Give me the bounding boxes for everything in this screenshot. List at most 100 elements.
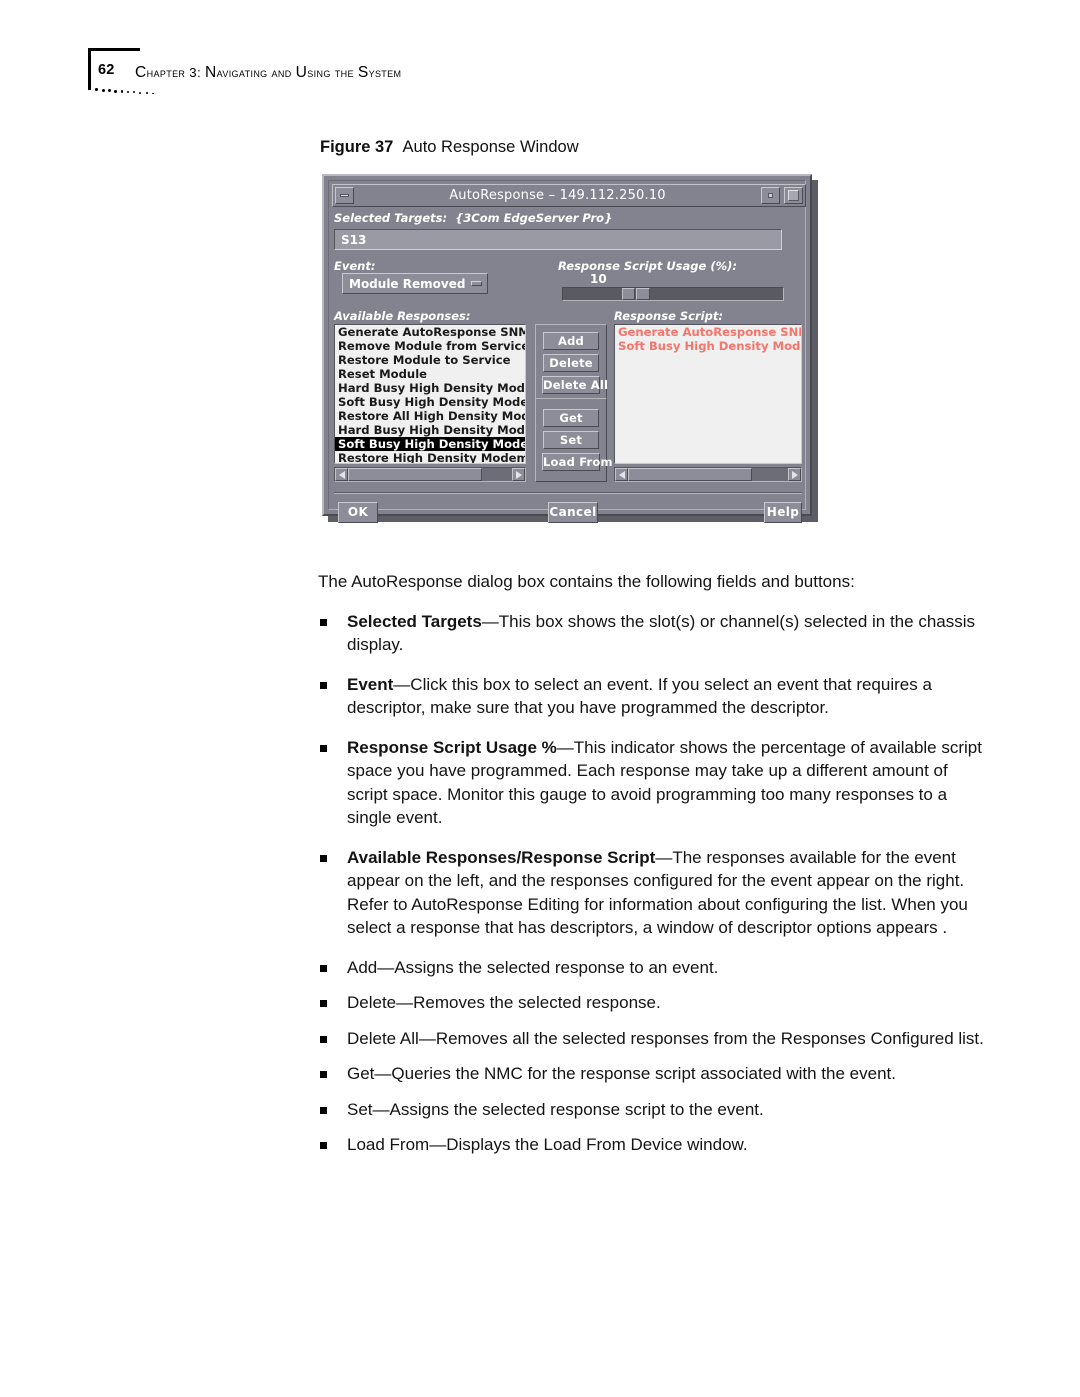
response-script-usage-label: Response Script Usage (%): — [558, 259, 737, 273]
event-option-menu[interactable]: Module Removed — [342, 273, 489, 294]
gauge-segment — [768, 288, 783, 300]
restore-icon — [768, 193, 773, 198]
response-script-label: Response Script: — [614, 309, 723, 323]
list-item: Response Script Usage %—This indicator s… — [318, 736, 990, 830]
bullet-square-icon — [320, 1106, 327, 1114]
gauge-segment — [563, 288, 577, 300]
gauge-segment — [577, 288, 592, 300]
list-item[interactable]: Generate AutoResponse SNMP T — [335, 325, 525, 339]
bullet-square-icon — [320, 964, 327, 972]
dialog-title: AutoResponse – 149.112.250.10 — [449, 188, 666, 203]
list-item: Available Responses/Response Script—The … — [318, 846, 990, 940]
list-item[interactable]: Restore Module to Service — [335, 353, 525, 367]
delete-all-button[interactable]: Delete All — [542, 376, 608, 394]
list-item: Add—Assigns the selected response to an … — [318, 956, 990, 980]
figure-caption: Figure 37 Auto Response Window — [320, 138, 579, 157]
bullet-square-icon — [320, 681, 327, 689]
gauge-segment — [695, 288, 709, 300]
autoresponse-dialog: AutoResponse – 149.112.250.10 Selected T… — [322, 174, 812, 523]
bullet-text: Delete All—Removes all the selected resp… — [347, 1028, 984, 1048]
page-number: 62 — [98, 62, 115, 78]
scrollbar-thumb[interactable] — [348, 468, 482, 481]
list-item[interactable]: Hard Busy High Density Modem — [335, 423, 525, 437]
figure-label: Figure 37 — [320, 138, 394, 156]
maximize-icon — [788, 190, 799, 201]
add-button[interactable]: Add — [543, 332, 599, 350]
header-rule-horizontal — [88, 48, 140, 51]
restore-button[interactable] — [761, 187, 780, 204]
list-item: Delete—Removes the selected response. — [318, 991, 990, 1015]
bullet-text: Add—Assigns the selected response to an … — [347, 957, 719, 977]
cancel-button[interactable]: Cancel — [548, 502, 598, 523]
bullet-square-icon — [320, 854, 327, 862]
help-button[interactable]: Help — [764, 502, 802, 523]
bullet-term: Response Script Usage % — [347, 737, 557, 757]
list-item[interactable]: Soft Busy High Density Modem — [615, 339, 801, 353]
response-script-hscrollbar[interactable] — [614, 467, 802, 482]
titlebar-window-controls — [759, 187, 805, 204]
set-button[interactable]: Set — [543, 431, 599, 449]
bullet-text: Load From—Displays the Load From Device … — [347, 1135, 748, 1154]
delete-button[interactable]: Delete — [543, 354, 599, 372]
bullet-square-icon — [320, 1142, 327, 1149]
list-item: Set—Assigns the selected response script… — [318, 1098, 990, 1122]
scrollbar-trough[interactable] — [752, 468, 788, 481]
list-item[interactable]: Restore High Density Modems i — [335, 451, 525, 463]
available-responses-list[interactable]: Generate AutoResponse SNMP TRemove Modul… — [334, 324, 526, 464]
header-rule-vertical — [88, 48, 91, 90]
selected-targets-label: Selected Targets: — [334, 211, 448, 225]
bullet-text: Delete—Removes the selected response. — [347, 993, 661, 1012]
list-item[interactable]: Hard Busy High Density Modem — [335, 381, 525, 395]
dialog-separator — [334, 492, 802, 494]
list-edit-button-group: Add Delete Delete All — [535, 324, 608, 402]
ok-button[interactable]: OK — [338, 502, 378, 523]
autoresponse-dialog-figure: AutoResponse – 149.112.250.10 Selected T… — [322, 174, 818, 523]
dialog-titlebar[interactable]: AutoResponse – 149.112.250.10 — [332, 184, 806, 207]
option-menu-indicator-icon — [471, 281, 483, 286]
window-menu-button[interactable] — [335, 187, 354, 204]
minimize-icon — [340, 194, 349, 197]
response-script-list[interactable]: Generate AutoResponse SNMP TSoft Busy Hi… — [614, 324, 802, 464]
bullet-term: Event — [347, 674, 394, 694]
selected-targets-field[interactable]: S13 — [334, 229, 782, 250]
figure-caption-text: Auto Response Window — [402, 138, 579, 156]
gauge-segment — [739, 288, 753, 300]
gauge-segment — [636, 288, 651, 300]
list-item[interactable]: Reset Module — [335, 367, 525, 381]
maximize-button[interactable] — [784, 187, 803, 204]
bullet-square-icon — [320, 744, 327, 752]
selected-targets-field-value: S13 — [341, 232, 367, 247]
list-item[interactable]: Soft Busy High Density Modem — [335, 437, 525, 451]
bullet-term: Selected Targets — [347, 611, 482, 631]
field-description-list: Selected Targets—This box shows the slot… — [318, 610, 990, 1157]
dialog-body: Selected Targets: {3Com EdgeServer Pro} … — [332, 209, 806, 523]
gauge-segment — [724, 288, 739, 300]
get-button[interactable]: Get — [543, 409, 599, 427]
chapter-title: Chapter 3: Navigating and Using the Syst… — [135, 64, 402, 81]
list-item[interactable]: Soft Busy High Density Modem — [335, 395, 525, 409]
list-item[interactable]: Restore All High Density Moder — [335, 409, 525, 423]
bullet-square-icon — [320, 618, 327, 626]
gauge-segment — [592, 288, 607, 300]
gauge-segment — [651, 288, 665, 300]
scroll-right-arrow-icon[interactable] — [512, 468, 525, 481]
gauge-segment — [607, 288, 621, 300]
bullet-text: —Click this box to select an event. If y… — [347, 674, 932, 718]
load-from-button[interactable]: Load From — [542, 453, 613, 471]
list-item: Event—Click this box to select an event.… — [318, 673, 990, 720]
scroll-left-arrow-icon[interactable] — [335, 468, 348, 481]
available-responses-hscrollbar[interactable] — [334, 467, 526, 482]
scroll-right-arrow-icon[interactable] — [788, 468, 801, 481]
event-label: Event: — [334, 259, 376, 273]
response-script-usage-gauge — [562, 287, 784, 301]
bullet-square-icon — [320, 1035, 327, 1043]
available-responses-label: Available Responses: — [334, 309, 471, 323]
scrollbar-trough[interactable] — [482, 468, 512, 481]
scroll-left-arrow-icon[interactable] — [615, 468, 628, 481]
scrollbar-thumb[interactable] — [628, 468, 752, 481]
list-item[interactable]: Generate AutoResponse SNMP T — [615, 325, 801, 339]
body-prose: The AutoResponse dialog box contains the… — [318, 570, 990, 1169]
list-item[interactable]: Remove Module from Service — [335, 339, 525, 353]
list-item: Get—Queries the NMC for the response scr… — [318, 1062, 990, 1086]
selected-targets-value: {3Com EdgeServer Pro} — [455, 211, 613, 225]
